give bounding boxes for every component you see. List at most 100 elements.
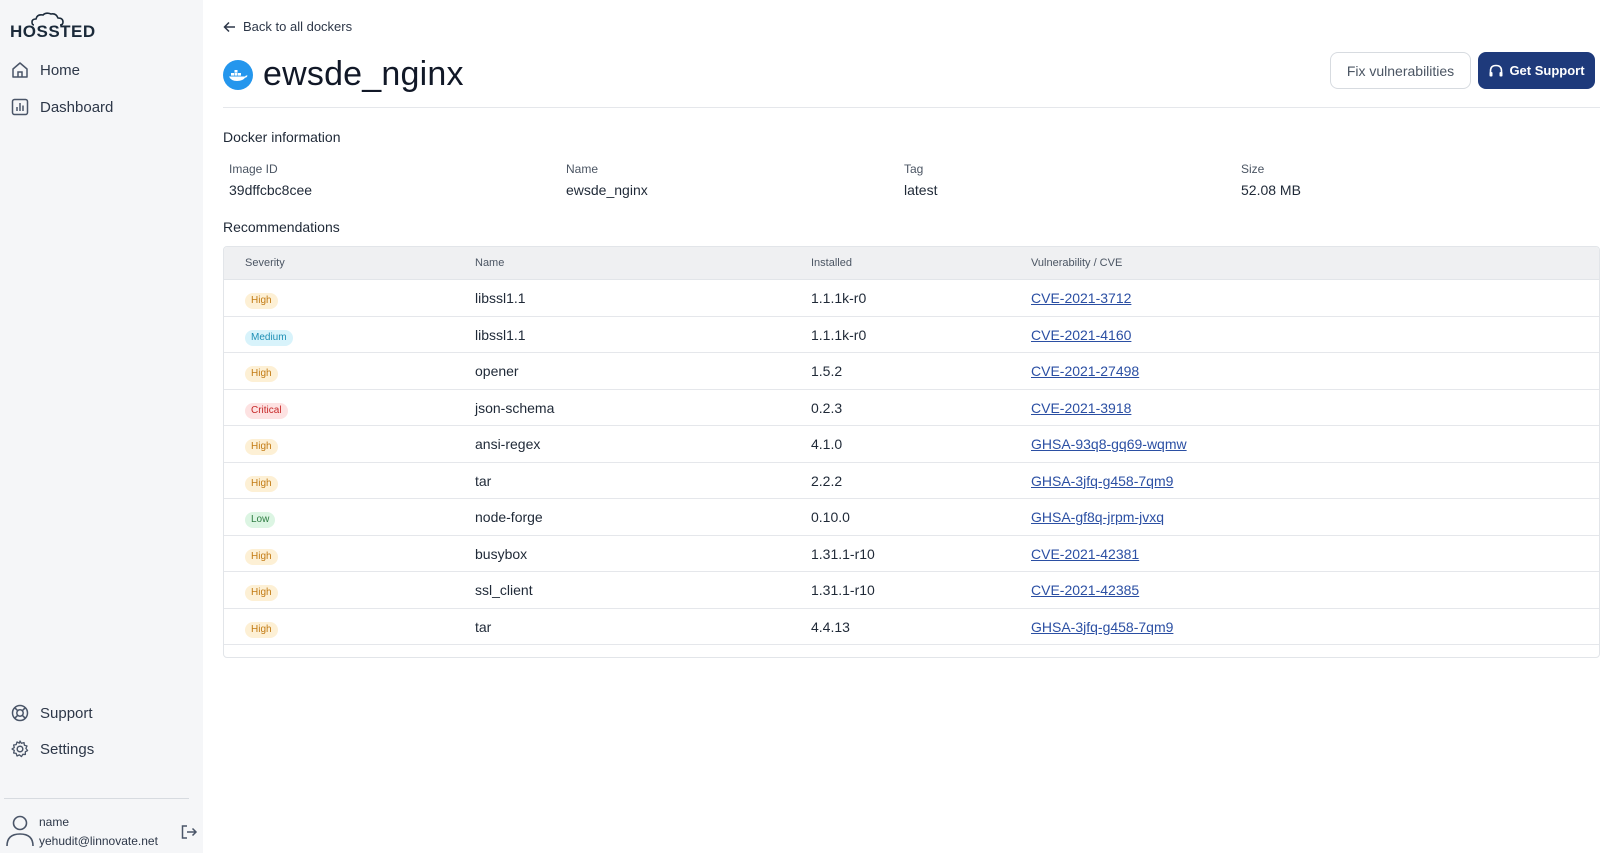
severity-badge: High	[245, 548, 278, 565]
sidebar-item-label: Dashboard	[40, 98, 114, 116]
info-name: Name ewsde_nginx	[566, 162, 648, 198]
severity-cell: High	[245, 436, 278, 455]
column-header-installed[interactable]: Installed	[811, 257, 852, 269]
installed-version: 0.10.0	[811, 509, 850, 525]
docker-info-heading: Docker information	[223, 129, 341, 145]
table-row: High ansi-regex 4.1.0 GHSA-93q8-gq69-wqmw	[224, 426, 1599, 463]
cve-link[interactable]: CVE-2021-4160	[1031, 327, 1131, 343]
severity-badge: High	[245, 475, 278, 492]
table-row: Critical json-schema 0.2.3 CVE-2021-3918	[224, 390, 1599, 426]
severity-badge: High	[245, 366, 278, 382]
severity-cell: Low	[245, 509, 276, 528]
cve-link[interactable]: CVE-2021-42381	[1031, 546, 1139, 562]
cve-link[interactable]: CVE-2021-42385	[1031, 582, 1139, 598]
avatar-icon	[6, 815, 34, 847]
sidebar-item-settings[interactable]: Settings	[10, 736, 94, 762]
package-name: ansi-regex	[475, 436, 541, 452]
info-label: Name	[566, 162, 599, 176]
installed-version: 1.1.1k-r0	[811, 290, 867, 306]
page-title: ewsde_nginx	[263, 55, 464, 93]
severity-cell: Critical	[245, 400, 288, 419]
sidebar-item-label: Support	[40, 704, 93, 722]
cve-link[interactable]: CVE-2021-27498	[1031, 363, 1139, 379]
installed-version: 0.2.3	[811, 399, 843, 416]
sidebar: HOSSTED Home Dashboard Support Settings	[0, 0, 203, 853]
column-header-name[interactable]: Name	[475, 257, 504, 269]
arrow-left-icon	[223, 21, 235, 32]
table-row: High libssl1.1 1.1.1k-r0 CVE-2021-3712	[224, 280, 1599, 317]
severity-cell: High	[245, 290, 278, 309]
cve-link[interactable]: CVE-2021-3712	[1031, 290, 1131, 306]
sidebar-item-support[interactable]: Support	[10, 700, 93, 726]
main-content: Back to all dockers ewsde_nginx Fix vuln…	[203, 0, 1600, 853]
installed-version: 4.4.13	[811, 618, 850, 635]
back-link-label: Back to all dockers	[243, 19, 353, 34]
gear-icon	[11, 740, 29, 758]
user-profile: name yehudit@linnovate.net	[6, 810, 201, 852]
severity-badge: High	[245, 439, 278, 455]
back-to-dockers-link[interactable]: Back to all dockers	[223, 19, 352, 34]
recommendations-table: Severity Name Installed Vulnerability / …	[223, 246, 1600, 658]
info-label: Image ID	[229, 162, 278, 176]
table-row: High tar 2.2.2 GHSA-3jfq-g458-7qm9	[224, 463, 1599, 499]
table-header: Severity Name Installed Vulnerability / …	[224, 247, 1599, 280]
column-header-severity[interactable]: Severity	[245, 257, 285, 269]
get-support-button[interactable]: Get Support	[1478, 52, 1595, 89]
table-body: High libssl1.1 1.1.1k-r0 CVE-2021-3712 Mediu…	[224, 280, 1599, 645]
sidebar-divider	[4, 798, 189, 799]
headset-icon	[1489, 64, 1503, 76]
info-value: latest	[904, 182, 938, 198]
info-label: Size	[1241, 162, 1265, 176]
cve-link[interactable]: GHSA-gf8q-jrpm-jvxq	[1031, 509, 1164, 525]
package-name: json-schema	[475, 399, 555, 416]
severity-cell: High	[245, 582, 278, 601]
table-row: Medium libssl1.1 1.1.1k-r0 CVE-2021-4160	[224, 317, 1599, 353]
severity-cell: High	[245, 619, 278, 638]
package-name: ssl_client	[475, 582, 533, 598]
severity-badge: Low	[245, 512, 276, 528]
table-row: High busybox 1.31.1-r10 CVE-2021-42381	[224, 536, 1599, 572]
sidebar-item-label: Settings	[40, 740, 95, 758]
info-image-id: Image ID 39dffcbc8cee	[229, 162, 312, 198]
package-name: tar	[475, 472, 492, 489]
installed-version: 4.1.0	[811, 436, 843, 452]
package-name: opener	[475, 363, 519, 379]
sidebar-item-home[interactable]: Home	[10, 57, 80, 83]
package-name: node-forge	[475, 509, 543, 525]
severity-cell: High	[245, 546, 278, 565]
dashboard-icon	[11, 98, 29, 116]
cve-link[interactable]: GHSA-3jfq-g458-7qm9	[1031, 473, 1173, 489]
table-row: High tar 4.4.13 GHSA-3jfq-g458-7qm9	[224, 609, 1599, 645]
package-name: busybox	[475, 545, 528, 562]
info-value: 39dffcbc8cee	[229, 182, 313, 198]
user-email: yehudit@linnovate.net	[39, 834, 158, 848]
info-value: ewsde_nginx	[566, 182, 648, 198]
cve-link[interactable]: GHSA-93q8-gq69-wqmw	[1031, 436, 1187, 452]
header-divider	[223, 107, 1600, 108]
column-header-cve[interactable]: Vulnerability / CVE	[1031, 257, 1122, 269]
info-size: Size 52.08 MB	[1241, 162, 1301, 198]
table-row: Low node-forge 0.10.0 GHSA-gf8q-jrpm-jvxq	[224, 499, 1599, 536]
installed-version: 1.31.1-r10	[811, 545, 875, 562]
sidebar-item-dashboard[interactable]: Dashboard	[10, 94, 113, 120]
installed-version: 1.1.1k-r0	[811, 326, 867, 343]
fix-vulnerabilities-button[interactable]: Fix vulnerabilities	[1330, 52, 1471, 89]
sidebar-item-label: Home	[40, 61, 81, 79]
title-row: ewsde_nginx	[223, 55, 464, 94]
cve-link[interactable]: GHSA-3jfq-g458-7qm9	[1031, 619, 1173, 635]
package-name: libssl1.1	[475, 290, 526, 306]
get-support-label: Get Support	[1509, 63, 1585, 78]
severity-cell: High	[245, 473, 278, 492]
lifebuoy-icon	[11, 704, 29, 722]
hossted-logo[interactable]: HOSSTED	[8, 12, 98, 42]
logout-icon[interactable]	[180, 824, 198, 840]
package-name: libssl1.1	[475, 326, 526, 343]
info-value: 52.08 MB	[1241, 182, 1301, 198]
severity-cell: High	[245, 363, 278, 382]
cve-link[interactable]: CVE-2021-3918	[1031, 400, 1131, 416]
severity-badge: Medium	[245, 329, 293, 346]
docker-icon	[223, 59, 253, 90]
recommendations-heading: Recommendations	[223, 219, 340, 235]
installed-version: 1.31.1-r10	[811, 582, 875, 598]
severity-badge: Critical	[245, 402, 288, 419]
